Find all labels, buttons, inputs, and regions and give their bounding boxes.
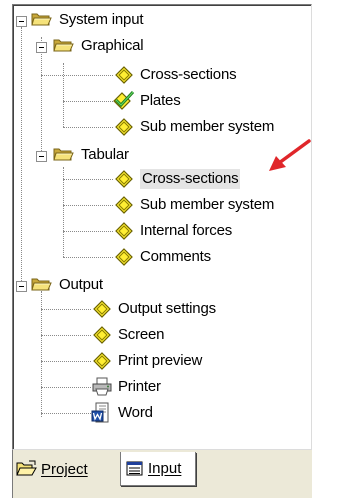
tree-item-printer[interactable]: Printer bbox=[118, 377, 161, 397]
annotation-arrow-icon bbox=[269, 139, 311, 171]
diamond-icon bbox=[115, 222, 133, 240]
diamond-icon bbox=[115, 196, 133, 214]
diamond-icon bbox=[93, 300, 111, 318]
tab-project[interactable]: Project bbox=[16, 454, 116, 484]
collapse-toggle-system-input[interactable] bbox=[16, 16, 27, 27]
open-folder-icon bbox=[16, 460, 37, 476]
tree-connector bbox=[41, 75, 113, 76]
tree-connector bbox=[63, 101, 113, 102]
tree-connector bbox=[41, 387, 91, 388]
tree-item-tabular[interactable]: Tabular bbox=[81, 145, 129, 165]
tree-item-graphical[interactable]: Graphical bbox=[81, 36, 144, 56]
tree-item-output[interactable]: Output bbox=[59, 275, 103, 295]
tree-connector bbox=[41, 335, 91, 336]
input-table-icon bbox=[126, 461, 143, 475]
diamond-icon bbox=[115, 248, 133, 266]
tree-connector bbox=[63, 127, 113, 128]
tree-item-internal-forces[interactable]: Internal forces bbox=[140, 221, 232, 241]
diamond-icon bbox=[115, 118, 133, 136]
folder-open-icon bbox=[53, 148, 74, 161]
tree-item-tabular-cross-sections[interactable]: Cross-sections bbox=[140, 169, 241, 189]
diamond-icon bbox=[115, 170, 133, 188]
folder-open-icon bbox=[31, 13, 52, 26]
diamond-icon bbox=[115, 66, 133, 84]
tab-project-label: Project bbox=[41, 460, 88, 478]
tree-connector bbox=[63, 257, 113, 258]
navigator-tree: System input Graphical Cross-sections Pl… bbox=[13, 5, 311, 449]
tree-item-output-settings[interactable]: Output settings bbox=[118, 299, 216, 319]
tree-connector bbox=[41, 37, 42, 157]
tree-connector bbox=[63, 231, 113, 232]
diamond-icon bbox=[93, 352, 111, 370]
tree-connector bbox=[63, 205, 113, 206]
tree-connector bbox=[41, 413, 91, 414]
tree-item-print-preview[interactable]: Print preview bbox=[118, 351, 202, 371]
diamond-icon bbox=[93, 326, 111, 344]
folder-open-icon bbox=[53, 39, 74, 52]
word-icon bbox=[91, 402, 109, 423]
tree-connector bbox=[63, 63, 64, 127]
tab-input[interactable]: Input bbox=[120, 452, 196, 486]
tree-item-plates[interactable]: Plates bbox=[140, 91, 181, 111]
tree-connector bbox=[63, 179, 113, 180]
tree-connector bbox=[21, 27, 22, 285]
checked-diamond-icon bbox=[113, 90, 135, 110]
tree-item-screen[interactable]: Screen bbox=[118, 325, 165, 345]
tree-item-word[interactable]: Word bbox=[118, 403, 153, 423]
tree-connector bbox=[63, 167, 64, 257]
tree-item-comments[interactable]: Comments bbox=[140, 247, 211, 267]
tree-item-system-input[interactable]: System input bbox=[59, 10, 144, 30]
collapse-toggle-tabular[interactable] bbox=[36, 151, 47, 162]
tree-connector bbox=[41, 309, 91, 310]
tree-item-graphical-cross-sections[interactable]: Cross-sections bbox=[140, 65, 237, 85]
tree-connector bbox=[41, 361, 91, 362]
tree-item-tabular-sub-member-system[interactable]: Sub member system bbox=[140, 195, 274, 215]
tree-item-graphical-sub-member-system[interactable]: Sub member system bbox=[140, 117, 274, 137]
navigator-panel: System input Graphical Cross-sections Pl… bbox=[12, 4, 312, 450]
printer-icon bbox=[92, 377, 112, 396]
collapse-toggle-graphical[interactable] bbox=[36, 42, 47, 53]
folder-open-icon bbox=[31, 278, 52, 291]
collapse-toggle-output[interactable] bbox=[16, 281, 27, 292]
tab-input-label: Input bbox=[148, 460, 182, 477]
